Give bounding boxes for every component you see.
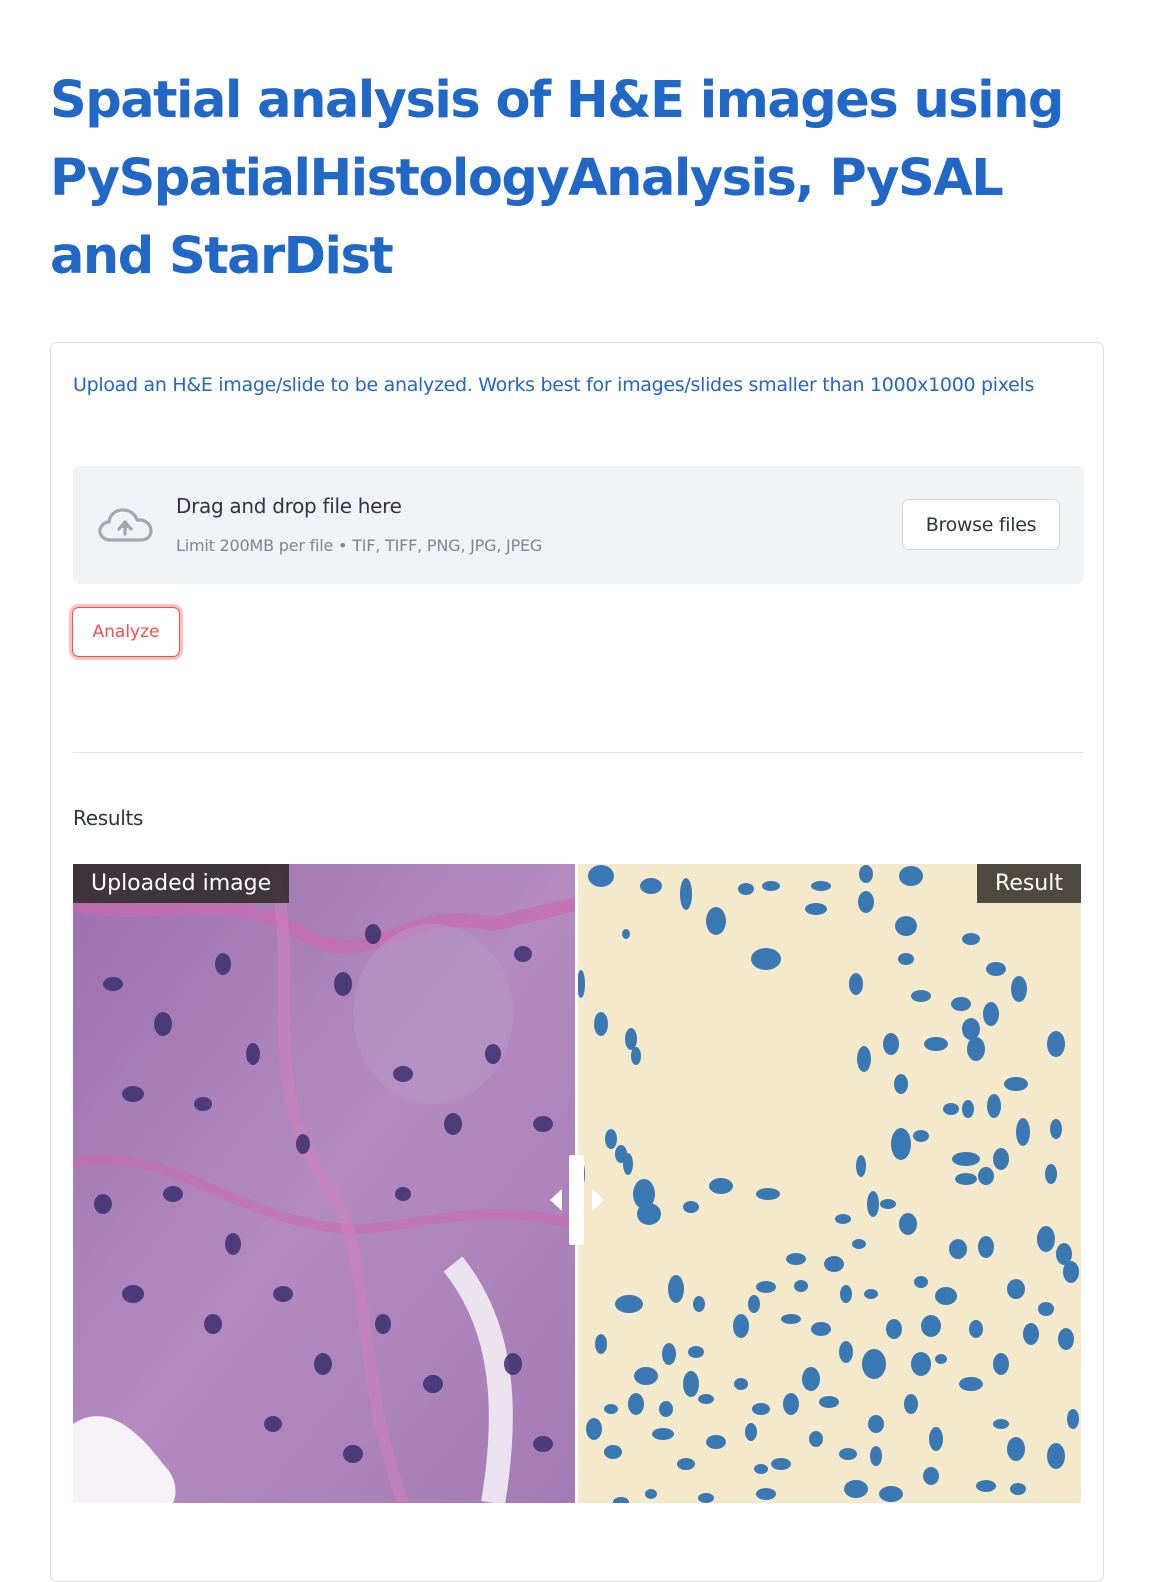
uploaded-image [73, 864, 576, 1503]
file-dropzone[interactable]: Drag and drop file here Limit 200MB per … [73, 466, 1084, 584]
page-title: Spatial analysis of H&E images using PyS… [50, 71, 1064, 286]
slider-handle[interactable] [569, 1155, 584, 1245]
analyze-button[interactable]: Analyze [72, 607, 180, 657]
image-comparison-slider[interactable]: Uploaded image Result [73, 864, 1081, 1503]
section-divider [73, 752, 1084, 753]
result-nuclei-map [576, 864, 1081, 1503]
arrow-right-icon [592, 1189, 604, 1211]
browse-files-button[interactable]: Browse files [902, 499, 1060, 550]
dropzone-main-text: Drag and drop file here [176, 494, 402, 518]
dropzone-limit-text: Limit 200MB per file • TIF, TIFF, PNG, J… [176, 536, 543, 555]
result-label: Result [977, 864, 1081, 903]
results-heading: Results [73, 806, 144, 830]
upload-instructions: Upload an H&E image/slide to be analyzed… [73, 374, 1035, 396]
cloud-upload-icon [98, 508, 153, 542]
uploaded-image-label: Uploaded image [73, 864, 290, 903]
arrow-left-icon [550, 1189, 562, 1211]
